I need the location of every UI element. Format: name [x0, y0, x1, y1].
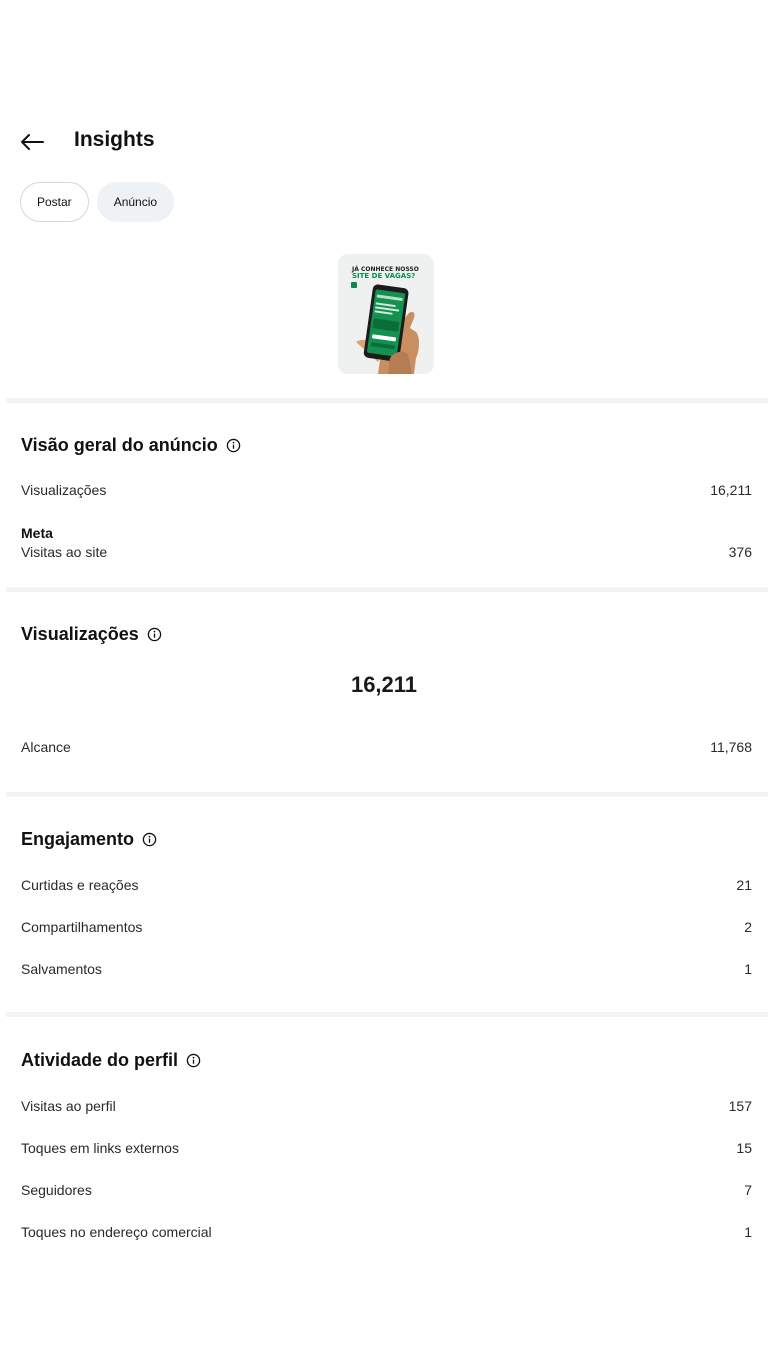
profile-section-title: Atividade do perfil	[21, 1050, 201, 1071]
overview-title-text: Visão geral do anúncio	[21, 435, 218, 455]
engagement-row: Salvamentos 1	[21, 961, 752, 977]
engagement-section-title: Engajamento	[21, 829, 157, 850]
section-divider	[6, 1012, 768, 1017]
info-icon[interactable]	[226, 438, 241, 453]
info-icon[interactable]	[142, 832, 157, 847]
section-divider	[6, 792, 768, 797]
engagement-row: Compartilhamentos 2	[21, 919, 752, 935]
page-title: Insights	[74, 128, 155, 151]
engagement-row-label: Salvamentos	[21, 961, 102, 977]
engagement-row-value: 2	[744, 919, 752, 935]
engagement-row-label: Compartilhamentos	[21, 919, 143, 935]
tab-anuncio[interactable]: Anúncio	[96, 182, 175, 222]
profile-row: Toques no endereço comercial 1	[21, 1224, 752, 1240]
profile-row: Visitas ao perfil 157	[21, 1098, 752, 1114]
app-header: Insights	[0, 118, 768, 166]
overview-site-visits-row: Visitas ao site 376	[21, 544, 752, 560]
arrow-left-icon	[21, 134, 44, 150]
profile-row-label: Seguidores	[21, 1182, 92, 1198]
engagement-row: Curtidas e reações 21	[21, 877, 752, 893]
info-icon[interactable]	[147, 627, 162, 642]
meta-label: Meta	[21, 525, 53, 541]
engagement-row-value: 21	[736, 877, 752, 893]
overview-views-label: Visualizações	[21, 482, 107, 498]
profile-row-value: 7	[744, 1182, 752, 1198]
overview-views-value: 16,211	[710, 482, 752, 498]
profile-row-value: 15	[736, 1140, 752, 1156]
views-section-title: Visualizações	[21, 624, 162, 645]
profile-row-label: Toques no endereço comercial	[21, 1224, 212, 1240]
profile-row-label: Visitas ao perfil	[21, 1098, 116, 1114]
profile-row-value: 1	[744, 1224, 752, 1240]
views-total: 16,211	[350, 672, 418, 697]
section-divider	[6, 398, 768, 403]
profile-row-value: 157	[728, 1098, 752, 1114]
overview-section-title: Visão geral do anúncio	[21, 435, 241, 456]
engagement-row-value: 1	[744, 961, 752, 977]
section-divider	[6, 587, 768, 592]
profile-row-label: Toques em links externos	[21, 1140, 179, 1156]
site-visits-value: 376	[728, 544, 752, 560]
profile-row: Seguidores 7	[21, 1182, 752, 1198]
overview-views-row: Visualizações 16,211	[21, 482, 752, 498]
phone-in-hand-illustration	[351, 282, 419, 374]
info-icon[interactable]	[186, 1053, 201, 1068]
profile-title-text: Atividade do perfil	[21, 1050, 179, 1070]
site-visits-label: Visitas ao site	[21, 544, 108, 560]
reach-value: 11,768	[710, 739, 752, 755]
reach-row: Alcance 11,768	[21, 739, 752, 755]
views-title-text: Visualizações	[21, 624, 139, 644]
engagement-title-text: Engajamento	[21, 829, 135, 849]
engagement-row-label: Curtidas e reações	[21, 877, 139, 893]
content-type-tabs: Postar Anúncio	[20, 182, 175, 222]
profile-row: Toques em links externos 15	[21, 1140, 752, 1156]
reach-label: Alcance	[21, 739, 71, 755]
tab-postar[interactable]: Postar	[20, 182, 89, 222]
ad-thumbnail[interactable]: JÁ CONHECE NOSSO SITE DE VAGAS?	[338, 254, 434, 374]
back-button[interactable]	[18, 128, 46, 156]
